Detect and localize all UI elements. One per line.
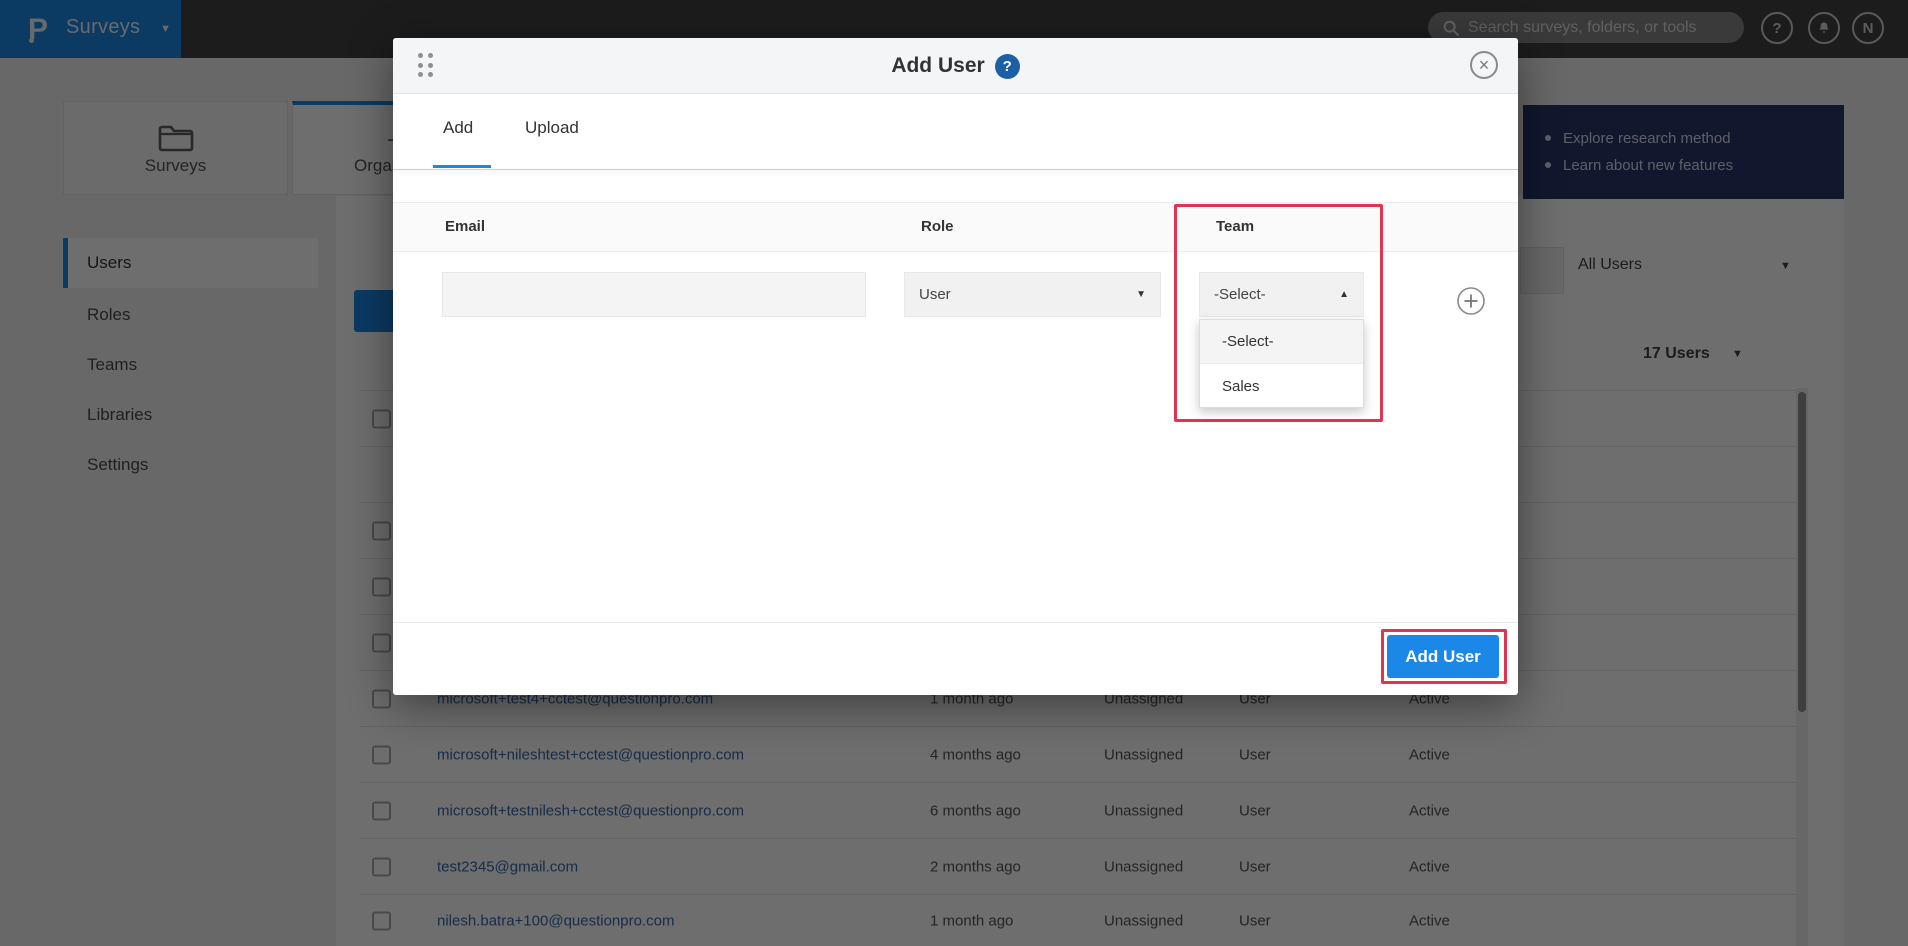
plus-circle-icon: [1456, 286, 1486, 316]
team-dropdown-panel: -Select- Sales: [1199, 319, 1364, 408]
modal-tab-upload[interactable]: Upload: [525, 118, 579, 138]
team-option-select[interactable]: -Select-: [1200, 320, 1363, 364]
team-select[interactable]: -Select- ▲: [1199, 272, 1364, 317]
email-field[interactable]: [442, 272, 866, 317]
team-option-sales[interactable]: Sales: [1200, 364, 1363, 408]
column-label-role: Role: [921, 218, 954, 235]
close-icon[interactable]: ×: [1470, 51, 1498, 79]
role-select-value: User: [919, 286, 951, 303]
modal-title: Add User: [891, 54, 984, 78]
help-icon[interactable]: ?: [995, 54, 1020, 79]
add-user-modal: Add User ? × Add Upload Email Role Team …: [393, 38, 1518, 695]
add-user-button[interactable]: Add User: [1387, 635, 1499, 678]
divider: [393, 169, 1518, 170]
column-label-team: Team: [1216, 218, 1254, 235]
role-select[interactable]: User ▼: [904, 272, 1161, 317]
divider: [393, 622, 1518, 623]
column-label-email: Email: [445, 218, 485, 235]
add-row-button[interactable]: [1456, 286, 1486, 316]
chevron-up-icon: ▲: [1339, 289, 1349, 300]
modal-tab-add[interactable]: Add: [443, 118, 473, 138]
team-select-value: -Select-: [1214, 286, 1266, 303]
form-header-band: Email Role Team: [393, 202, 1518, 252]
app-screen: P Surveys ▼ ? N Surveys + Or: [0, 0, 1908, 946]
modal-header: Add User ? ×: [393, 38, 1518, 94]
active-tab-underline: [433, 165, 491, 168]
chevron-down-icon: ▼: [1136, 289, 1146, 300]
